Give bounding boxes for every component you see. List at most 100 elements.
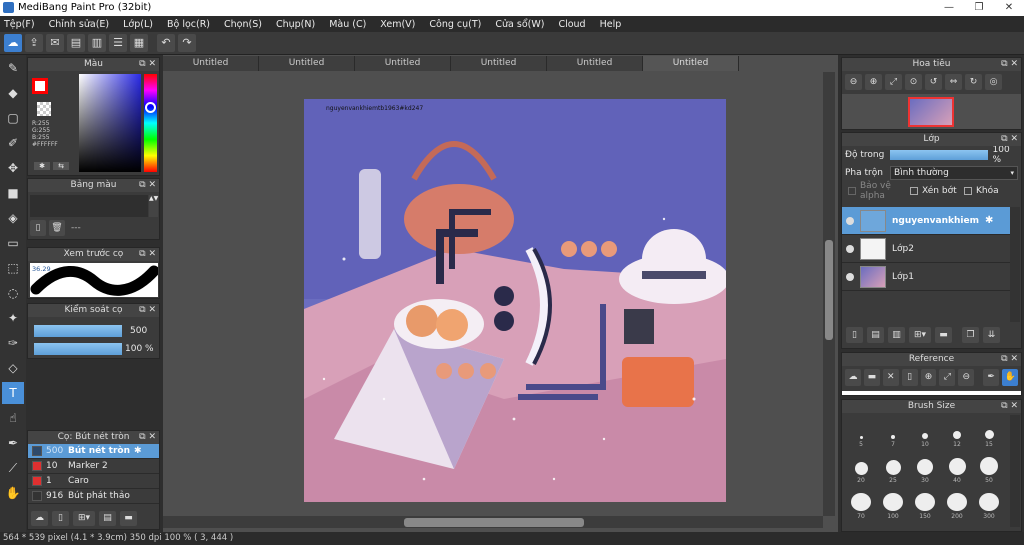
menu-cloud[interactable]: Cloud: [558, 19, 585, 30]
layer-item[interactable]: nguyenvankhiem ✱: [842, 207, 1010, 235]
layer-visibility-icon[interactable]: [846, 272, 854, 281]
rotate-left-icon[interactable]: ↺: [925, 74, 942, 90]
hue-handle[interactable]: [145, 102, 156, 113]
menu-select[interactable]: Chọn(S): [224, 19, 262, 30]
primary-color-swatch[interactable]: [32, 78, 48, 94]
magic-wand-icon[interactable]: ✦: [2, 307, 24, 329]
maximize-button[interactable]: ❐: [964, 0, 994, 16]
clip-checkbox[interactable]: [910, 186, 918, 195]
new-brush-icon[interactable]: ▯: [52, 511, 69, 526]
select-pen-icon[interactable]: ✑: [2, 332, 24, 354]
reference-hand-icon[interactable]: ✋: [1002, 369, 1019, 386]
undo-icon[interactable]: ↶: [157, 34, 175, 52]
reference-prev-icon[interactable]: ▯: [901, 369, 918, 386]
bucket-tool-icon[interactable]: ◈: [2, 207, 24, 229]
panel-controls-icon[interactable]: ⧉ ✕: [139, 304, 156, 317]
layer-visibility-icon[interactable]: [846, 216, 854, 225]
brush-size-option[interactable]: 150: [910, 490, 940, 520]
tab-document[interactable]: Untitled: [547, 56, 643, 71]
menu-edit[interactable]: Chỉnh sửa(E): [49, 19, 110, 30]
brush-size-option[interactable]: 25: [878, 454, 908, 484]
move-tool-icon[interactable]: ✥: [2, 157, 24, 179]
canvas-image[interactable]: nguyenvankhiemtb1963#kd247: [304, 99, 726, 502]
delete-palette-icon[interactable]: 🗑: [49, 220, 65, 236]
merge-layer-icon[interactable]: ⇊: [983, 327, 1000, 343]
brush-opacity-slider[interactable]: [34, 343, 122, 355]
layer-list-scrollbar[interactable]: [1010, 207, 1020, 322]
brush-size-option[interactable]: 7: [878, 418, 908, 448]
layer-folder-icon[interactable]: ▬: [935, 327, 952, 343]
add-layer-menu-icon[interactable]: ⊞▾: [909, 327, 931, 343]
dot-tool-icon[interactable]: ✐: [2, 132, 24, 154]
panel-controls-icon[interactable]: ⧉ ✕: [1001, 400, 1018, 413]
operation-tool-icon[interactable]: ☝: [2, 407, 24, 429]
lasso-tool-icon[interactable]: ◌: [2, 282, 24, 304]
fill-rect-tool-icon[interactable]: ■: [2, 182, 24, 204]
vertical-scroll-thumb[interactable]: [825, 240, 833, 340]
brush-size-option[interactable]: 12: [942, 418, 972, 448]
color-swap-icon[interactable]: ⇆: [53, 162, 69, 170]
close-button[interactable]: ✕: [994, 0, 1024, 16]
zoom-in-icon[interactable]: ⊕: [865, 74, 882, 90]
menu-color[interactable]: Màu (C): [329, 19, 366, 30]
brush-size-option[interactable]: 50: [974, 454, 1004, 484]
tab-document[interactable]: Untitled: [163, 56, 259, 71]
tab-document[interactable]: Untitled: [355, 56, 451, 71]
protect-alpha-checkbox[interactable]: [848, 186, 856, 195]
divide-tool-icon[interactable]: ⟋: [2, 457, 24, 479]
panel-controls-icon[interactable]: ⧉ ✕: [139, 431, 156, 444]
rectangle-tool-icon[interactable]: ▢: [2, 107, 24, 129]
list-icon[interactable]: ☰: [109, 34, 127, 52]
panel-controls-icon[interactable]: ⧉ ✕: [1001, 58, 1018, 71]
zoom-out-icon[interactable]: ⊖: [845, 74, 862, 90]
color-mode-icon[interactable]: ✱: [34, 162, 50, 170]
rotate-right-icon[interactable]: ↻: [965, 74, 982, 90]
layer-settings-icon[interactable]: ✱: [985, 215, 993, 226]
brush-item[interactable]: 1 Caro: [28, 474, 159, 489]
new-color-layer-icon[interactable]: ▥: [888, 327, 905, 343]
brush-size-slider[interactable]: [34, 325, 122, 337]
tab-document[interactable]: Untitled: [451, 56, 547, 71]
duplicate-layer-icon[interactable]: ❐: [962, 327, 979, 343]
panel-controls-icon[interactable]: ⧉ ✕: [139, 179, 156, 192]
brush-item[interactable]: 10 Marker 2: [28, 459, 159, 474]
minimize-button[interactable]: —: [934, 0, 964, 16]
brush-size-option[interactable]: 200: [942, 490, 972, 520]
brush-size-option[interactable]: 5: [846, 418, 876, 448]
brush-size-option[interactable]: 15: [974, 418, 1004, 448]
fit-icon[interactable]: ⤢: [885, 74, 902, 90]
zoom-reset-icon[interactable]: ⊙: [905, 74, 922, 90]
reference-zoom-out-icon[interactable]: ⊖: [958, 369, 975, 386]
reference-fit-icon[interactable]: ⤢: [939, 369, 956, 386]
blend-mode-select[interactable]: Bình thường ▾: [890, 165, 1018, 180]
brush-size-option[interactable]: 20: [846, 454, 876, 484]
navigator-preview[interactable]: [842, 94, 1021, 129]
eraser-tool-icon[interactable]: ◆: [2, 82, 24, 104]
transparent-swatch[interactable]: [37, 102, 51, 116]
reference-zoom-in-icon[interactable]: ⊕: [920, 369, 937, 386]
menu-tools[interactable]: Công cụ(T): [429, 19, 481, 30]
upload-icon[interactable]: ⇪: [25, 34, 43, 52]
horizontal-scroll-thumb[interactable]: [404, 518, 584, 527]
gradient-tool-icon[interactable]: ▭: [2, 232, 24, 254]
layer-visibility-icon[interactable]: [846, 244, 854, 253]
brush-item[interactable]: 500 Bút nét tròn ✱: [28, 444, 159, 459]
reset-rotation-icon[interactable]: ◎: [985, 74, 1002, 90]
menu-view[interactable]: Xem(V): [380, 19, 415, 30]
brush-size-option[interactable]: 70: [846, 490, 876, 520]
select-rect-icon[interactable]: ⬚: [2, 257, 24, 279]
hand-tool-icon[interactable]: ✋: [2, 482, 24, 504]
navigator-viewport[interactable]: [908, 97, 954, 127]
brush-size-option[interactable]: 40: [942, 454, 972, 484]
select-eraser-icon[interactable]: ◇: [2, 357, 24, 379]
brush-size-option[interactable]: 100: [878, 490, 908, 520]
menu-layer[interactable]: Lớp(L): [123, 19, 153, 30]
new-palette-icon[interactable]: ▯: [30, 220, 46, 236]
new-halftone-layer-icon[interactable]: ▤: [867, 327, 884, 343]
add-brush-icon[interactable]: ⊞▾: [73, 511, 95, 526]
palette-scroll-icon[interactable]: ▲▼: [149, 195, 158, 217]
redo-icon[interactable]: ↷: [178, 34, 196, 52]
brush-size-option[interactable]: 300: [974, 490, 1004, 520]
palette-area[interactable]: [30, 195, 148, 217]
menu-window[interactable]: Cửa sổ(W): [495, 19, 544, 30]
